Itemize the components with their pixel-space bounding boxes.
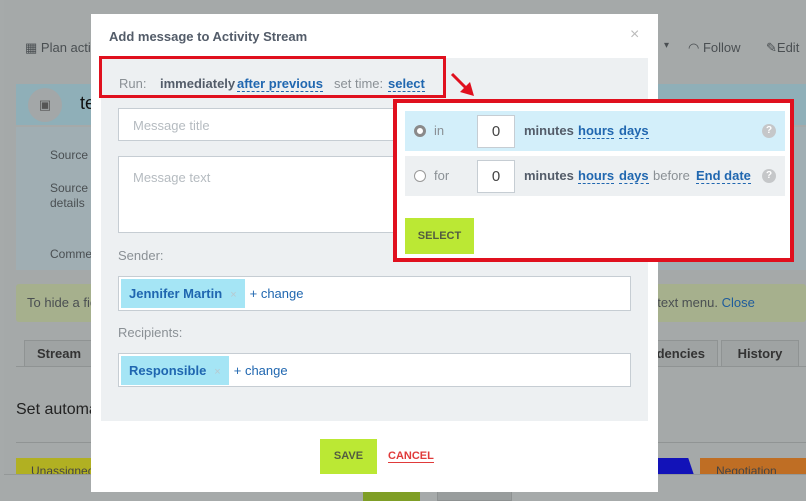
edit-button[interactable]: ✎Edit <box>766 40 799 56</box>
time-row-for: for 0 minutes hours days before End date… <box>405 156 785 196</box>
field-comments: Comme <box>50 247 93 261</box>
automation-heading: Set automa <box>16 401 98 418</box>
for-hours-option[interactable]: hours <box>578 168 615 184</box>
sender-field[interactable]: Jennifer Martin × + change <box>118 276 631 311</box>
run-options-highlight: Run: immediately after previous set time… <box>99 56 446 98</box>
in-days-option[interactable]: days <box>619 123 649 139</box>
dialog-title: Add message to Activity Stream <box>109 29 308 44</box>
time-select-popup: in 0 minutes hours days ? for 0 minutes … <box>393 99 794 262</box>
for-minutes-option[interactable]: minutes <box>524 168 574 183</box>
recipient-name: Responsible <box>129 363 207 378</box>
recipients-field[interactable]: Responsible × + change <box>118 353 631 387</box>
for-days-option[interactable]: days <box>619 168 649 184</box>
in-hours-option[interactable]: hours <box>578 123 615 139</box>
field-source-details: Source details <box>50 181 89 210</box>
plan-label: Plan acti <box>40 40 91 55</box>
set-time-label: set time: <box>334 76 384 91</box>
in-minutes-option[interactable]: minutes <box>524 123 574 138</box>
notice-text-end: ntext menu. <box>650 295 718 310</box>
sender-name: Jennifer Martin <box>129 286 223 301</box>
end-date-option[interactable]: End date <box>696 168 751 184</box>
tab-history[interactable]: History <box>721 340 799 367</box>
in-value-input[interactable]: 0 <box>477 115 515 148</box>
follow-button[interactable]: ◠ Follow <box>688 40 741 56</box>
change-recipients-link[interactable]: + change <box>234 363 288 378</box>
message-title-input[interactable]: Message title <box>118 108 418 141</box>
for-value-input[interactable]: 0 <box>477 160 515 193</box>
edit-icon: ✎ <box>766 40 777 55</box>
remove-recipient-icon[interactable]: × <box>214 366 220 378</box>
plan-activity-button[interactable]: ▦ Plan acti <box>25 40 91 56</box>
field-source: Source <box>50 148 89 162</box>
dropdown-arrow-icon[interactable]: ▾ <box>664 40 669 51</box>
set-time-select-link[interactable]: select <box>388 76 425 92</box>
notice-close-link[interactable]: Close <box>722 295 755 310</box>
contact-card-icon: ▣ <box>28 88 62 122</box>
eye-icon: ◠ <box>688 40 700 55</box>
notice-text: To hide a fie <box>27 295 98 310</box>
help-icon[interactable]: ? <box>762 169 776 183</box>
run-label: Run: <box>119 76 147 91</box>
for-label: for <box>434 168 450 183</box>
in-label: in <box>434 123 445 138</box>
run-immediately-option[interactable]: immediately <box>160 76 235 91</box>
message-text-input[interactable]: Message text <box>118 156 418 233</box>
remove-sender-icon[interactable]: × <box>230 289 236 301</box>
edit-label: Edit <box>776 40 800 55</box>
before-label: before <box>653 168 690 183</box>
change-sender-link[interactable]: + change <box>250 286 304 301</box>
follow-label: Follow <box>702 40 741 55</box>
radio-in[interactable] <box>414 125 426 137</box>
recipient-tag: Responsible × <box>121 356 229 385</box>
select-button[interactable]: SELECT <box>405 218 474 254</box>
sender-tag: Jennifer Martin × <box>121 279 245 308</box>
cancel-button[interactable]: CANCEL <box>388 450 434 463</box>
red-arrow-icon <box>450 72 474 96</box>
save-button[interactable]: SAVE <box>320 439 377 474</box>
tab-stream[interactable]: Stream <box>24 340 94 367</box>
recipients-label: Recipients: <box>118 325 183 340</box>
run-after-previous-option[interactable]: after previous <box>237 76 323 92</box>
close-icon[interactable]: × <box>630 26 639 44</box>
sender-label: Sender: <box>118 248 164 263</box>
help-icon[interactable]: ? <box>762 124 776 138</box>
radio-for[interactable] <box>414 170 426 182</box>
time-row-in: in 0 minutes hours days ? <box>405 111 785 151</box>
